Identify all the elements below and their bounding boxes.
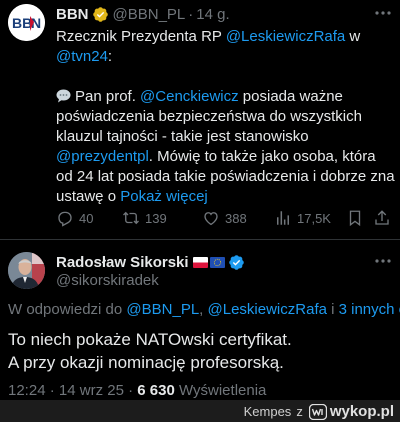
watermark: Kempes z wykop.pl [244, 403, 394, 420]
more-icon[interactable] [374, 6, 392, 20]
body-text: : [107, 48, 113, 65]
mention-link[interactable]: @Cenckiewicz [140, 88, 239, 105]
like-icon [204, 212, 218, 226]
meta-dot: · [45, 382, 59, 399]
show-more-link[interactable]: Pokaż więcej [120, 188, 208, 205]
author-name[interactable]: BBN [56, 6, 89, 23]
body-text: Rzecznik Prezydenta RP [56, 28, 226, 45]
reply-count: 40 [79, 210, 94, 226]
reply-separator: , [199, 301, 208, 318]
tweet2-header: Radosław Sikorski [56, 252, 245, 272]
view-count: 6 630 [137, 382, 175, 399]
mention-link[interactable]: @LeskiewiczRafa [208, 301, 327, 318]
author-handle[interactable]: @sikorskiradek [56, 272, 159, 289]
mention-link[interactable]: @tvn24 [56, 48, 108, 65]
bookmark-icon[interactable] [346, 208, 364, 228]
reply-prefix: W odpowiedzi do [8, 301, 127, 318]
watermark-z: z [296, 404, 303, 419]
view-count: 17,5K [297, 210, 331, 226]
views-button[interactable]: 17,5K [274, 208, 331, 228]
avatar-sikorski[interactable] [8, 252, 45, 289]
tweet-text-line: To niech pokaże NATOwski certyfikat. [8, 330, 292, 349]
body-text: Pan prof. [75, 88, 141, 105]
repost-icon [123, 211, 139, 225]
tweet-date[interactable]: 14 wrz 25 [59, 382, 124, 399]
tweet-actions: 40 139 388 17,5K [56, 208, 396, 228]
reply-separator: i [326, 301, 339, 318]
repost-button[interactable]: 139 [122, 208, 167, 228]
share-icon[interactable] [373, 208, 391, 228]
poland-flag-icon [192, 256, 208, 268]
meta-dot: · [123, 382, 138, 399]
tweet-time[interactable]: 14 g. [196, 6, 229, 23]
author-name[interactable]: Radosław Sikorski [56, 254, 189, 271]
mention-link[interactable]: @LeskiewiczRafa [226, 28, 345, 45]
avatar-photo [8, 252, 45, 289]
like-button[interactable]: 388 [202, 208, 247, 228]
tweet-body: Rzecznik Prezydenta RP @LeskiewiczRafa w… [56, 27, 396, 207]
reply-icon [58, 211, 72, 227]
others-link[interactable]: 3 innych os [339, 301, 400, 318]
reply-context: W odpowiedzi do @BBN_PL, @LeskiewiczRafa… [8, 301, 400, 318]
body-text: w [345, 28, 361, 45]
tweet-bbn[interactable]: BB N BBN @BBN_PL · 14 g. Rzecznik Prezyd… [0, 0, 400, 240]
wykop-logo-icon [308, 403, 327, 420]
like-count: 388 [225, 210, 247, 226]
verified-badge-blue-icon [228, 254, 244, 270]
views-icon [277, 211, 289, 225]
more-icon[interactable] [374, 254, 392, 268]
avatar-bbn[interactable]: BB N [8, 4, 45, 41]
tweet-text-line: A przy okazji nominację profesorską. [8, 353, 284, 372]
bbn-logo-icon: BB N [8, 4, 45, 41]
verified-badge-gold-icon [92, 6, 108, 22]
speech-bubble-emoji-icon [56, 89, 71, 103]
reply-button[interactable]: 40 [56, 208, 93, 228]
tweet-sikorski[interactable]: Radosław Sikorski @sikorskiradek W odpow… [0, 240, 400, 400]
tweet-time[interactable]: 12:24 [8, 382, 46, 399]
svg-text:BB: BB [12, 15, 32, 31]
watermark-author: Kempes [243, 404, 292, 419]
tweet-text: To niech pokaże NATOwski certyfikat. A p… [8, 328, 400, 374]
tweet-header: BBN @BBN_PL · 14 g. [56, 4, 230, 24]
watermark-bar: Kempes z wykop.pl [0, 400, 400, 422]
eu-flag-icon [209, 256, 225, 268]
mention-link[interactable]: @prezydentpl [56, 148, 149, 165]
mention-link[interactable]: @BBN_PL [126, 301, 199, 318]
tweet-meta: 12:24 · 14 wrz 25 · 6 630 Wyświetlenia [8, 382, 266, 399]
author-handle[interactable]: @BBN_PL [113, 6, 186, 23]
repost-count: 139 [145, 210, 167, 226]
watermark-site: wykop.pl [329, 403, 394, 420]
views-label: Wyświetlenia [174, 382, 267, 399]
separator: · [188, 5, 194, 23]
